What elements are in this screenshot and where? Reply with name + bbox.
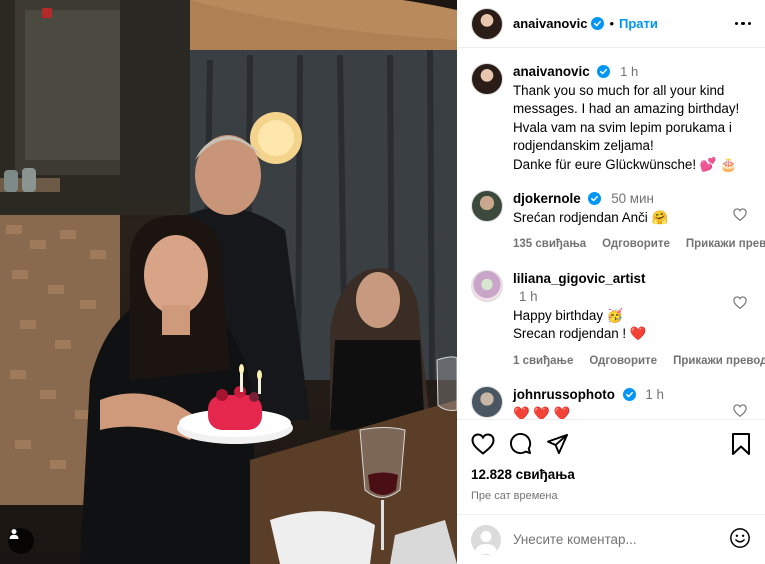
more-icon — [734, 21, 751, 26]
comment-like-button[interactable] — [733, 295, 747, 312]
post-timestamp[interactable]: Пре сат времена — [471, 490, 751, 502]
action-row — [471, 432, 751, 455]
follow-button[interactable]: Прати — [619, 16, 658, 31]
bookmark-icon — [732, 432, 750, 455]
comment-text: Srećan rodjendan Anči 🤗 — [513, 209, 669, 225]
comment-reply-button[interactable]: Одговорите — [589, 352, 657, 371]
comment-likes[interactable]: 1 свиђање — [513, 352, 573, 371]
comment-item: johnrussophoto 1 h ❤️ ❤️ ❤️ — [471, 386, 751, 419]
emoji-button[interactable] — [729, 527, 751, 552]
comment-username[interactable]: liliana_gigovic_artist — [513, 271, 645, 286]
post-actions: 12.828 свиђања Пре сат времена — [457, 419, 765, 514]
verified-badge-icon — [597, 65, 611, 78]
current-user-avatar — [471, 524, 501, 555]
default-avatar-icon — [475, 530, 497, 554]
comment-reply-button[interactable]: Одговорите — [602, 235, 670, 254]
comment-text: ❤️ ❤️ ❤️ — [513, 405, 571, 420]
user-tag-button[interactable] — [8, 528, 34, 554]
post-photo[interactable] — [0, 0, 457, 564]
comment-translate-button[interactable]: Прикажи превод — [686, 235, 765, 254]
comment-like-button[interactable] — [733, 208, 747, 224]
author-avatar[interactable] — [471, 7, 503, 40]
comment-username[interactable]: johnrussophoto — [513, 387, 615, 402]
heart-icon — [733, 208, 747, 222]
heart-icon — [733, 404, 747, 418]
commenter-avatar[interactable] — [471, 269, 503, 302]
comment-button[interactable] — [509, 432, 532, 455]
comment-meta: 1 свиђање Одговорите Прикажи превод — [513, 352, 765, 371]
emoji-icon — [730, 528, 750, 548]
comment-translate-button[interactable]: Прикажи превод — [673, 352, 765, 371]
comment-time[interactable]: 50 мин — [611, 191, 654, 206]
heart-icon — [733, 295, 747, 309]
birthday-photo-illustration — [0, 0, 457, 564]
separator-dot: • — [609, 16, 614, 31]
comment-username[interactable]: djokernole — [513, 191, 581, 206]
comment-item: liliana_gigovic_artist 1 h Happy birthda… — [471, 269, 765, 371]
more-options-button[interactable] — [734, 21, 751, 26]
comment-time[interactable]: 1 h — [645, 387, 664, 402]
comment-item: djokernole 50 мин Srećan rodjendan Anči … — [471, 190, 765, 254]
save-button[interactable] — [731, 432, 751, 455]
author-username[interactable]: anaivanovic — [513, 16, 587, 31]
post-side-panel: anaivanovic • Прати anaivanovic 1 h Than… — [457, 0, 765, 564]
comment-time[interactable]: 1 h — [519, 289, 538, 304]
caption-text: Thank you so much for all your kind mess… — [513, 82, 740, 172]
verified-badge-icon — [591, 17, 605, 30]
caption-author-avatar[interactable] — [471, 63, 503, 95]
post-header: anaivanovic • Прати — [457, 0, 765, 48]
caption-username[interactable]: anaivanovic — [513, 64, 590, 79]
user-tag-icon — [9, 529, 19, 539]
comment-input[interactable] — [513, 532, 713, 547]
comment-text: Happy birthday 🥳 Srecan rodjendan ! ❤️ — [513, 307, 647, 342]
share-button[interactable] — [546, 433, 569, 455]
verified-badge-icon — [588, 192, 602, 205]
caption-time[interactable]: 1 h — [620, 64, 638, 79]
likes-count[interactable]: 12.828 свиђања — [471, 467, 751, 482]
verified-badge-icon — [622, 388, 636, 401]
add-comment-bar — [457, 514, 765, 564]
share-icon — [546, 433, 569, 454]
post-caption: anaivanovic 1 h Thank you so much for al… — [471, 63, 751, 174]
commenter-avatar[interactable] — [471, 386, 503, 418]
like-button[interactable] — [471, 432, 495, 455]
commenter-avatar[interactable] — [471, 190, 503, 222]
comments-list[interactable]: anaivanovic 1 h Thank you so much for al… — [457, 49, 765, 419]
comment-icon — [510, 432, 532, 455]
comment-meta: 135 свиђања Одговорите Прикажи превод — [513, 235, 765, 254]
comment-likes[interactable]: 135 свиђања — [513, 235, 586, 254]
comment-like-button[interactable] — [733, 404, 747, 419]
heart-icon — [471, 432, 495, 455]
